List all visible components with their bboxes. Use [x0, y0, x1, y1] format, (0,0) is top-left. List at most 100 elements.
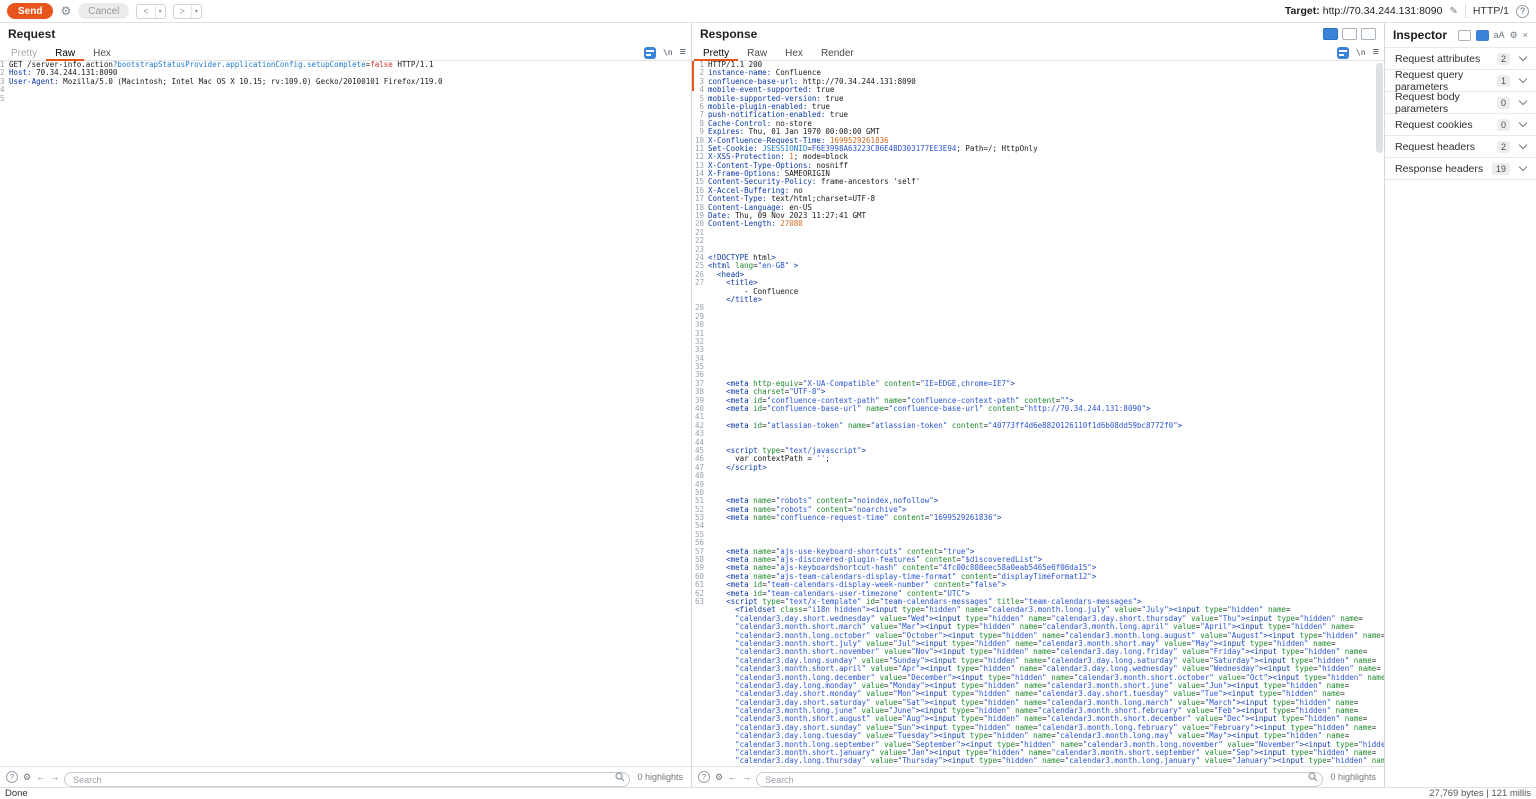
response-tabset: PrettyRawHexRender [694, 45, 863, 60]
nonprinting-chars-icon[interactable]: \n [663, 48, 673, 57]
response-search-input[interactable] [756, 772, 1323, 787]
search-next-icon[interactable]: → [742, 773, 751, 782]
status-text: Done [5, 788, 28, 799]
layout-split-vertical-icon[interactable] [1361, 28, 1376, 40]
request-settings-gear-icon[interactable]: ⚙ [60, 5, 71, 17]
target-label: Target: [1285, 5, 1320, 17]
code-line: 35 [692, 363, 1384, 371]
code-line: 54 [692, 522, 1384, 530]
nonprinting-chars-icon[interactable]: \n [1356, 48, 1366, 57]
tab-pretty[interactable]: Pretty [694, 45, 738, 61]
code-line: 42 <meta id="atlassian-token" name="atla… [692, 422, 1384, 430]
request-search-input[interactable] [64, 772, 630, 787]
tab-raw[interactable]: Raw [738, 45, 776, 61]
inspector-section-request-headers[interactable]: Request headers2 [1385, 136, 1536, 158]
search-settings-gear-icon[interactable]: ⚙ [23, 773, 31, 782]
code-line: 4 [0, 86, 691, 94]
count-badge: 0 [1497, 119, 1510, 131]
inspector-section-label: Request cookies [1395, 119, 1497, 131]
inspector-close-icon[interactable]: × [1523, 31, 1528, 40]
code-line: 32 [692, 338, 1384, 346]
layout-split-horizontal-icon[interactable] [1342, 28, 1357, 40]
count-badge: 19 [1492, 163, 1510, 175]
back-button[interactable]: < [137, 5, 154, 18]
response-editor[interactable]: 1HTTP/1.1 2002instance-name: Confluence3… [692, 61, 1384, 766]
code-line: 20Content-Length: 27080 [692, 220, 1384, 228]
chevron-down-icon [1519, 163, 1527, 171]
code-line: 28 [692, 304, 1384, 312]
inspector-section-request-body-parameters[interactable]: Request body parameters0 [1385, 92, 1536, 114]
request-editor[interactable]: 1GET /server-info.action?bootstrapStatus… [0, 61, 691, 766]
response-editor-icons: \n ≡ [1337, 45, 1382, 60]
help-icon[interactable]: ? [1516, 5, 1529, 18]
response-panel: Response PrettyRawHexRender \n ≡ 1HTTP/1… [692, 23, 1385, 787]
request-editor-icons: \n ≡ [644, 45, 689, 60]
code-line: 49 [692, 481, 1384, 489]
inspector-settings-gear-icon[interactable]: ⚙ [1510, 31, 1518, 40]
http-version-selector[interactable]: HTTP/1 [1473, 5, 1509, 17]
search-settings-gear-icon[interactable]: ⚙ [715, 773, 723, 782]
inspector-section-request-query-parameters[interactable]: Request query parameters1 [1385, 70, 1536, 92]
status-bar: Done 27,769 bytes | 121 millis [0, 787, 1536, 799]
inspector-header: Inspector aA ⚙ × [1385, 23, 1536, 47]
send-button[interactable]: Send [7, 3, 53, 19]
inspector-section-request-cookies[interactable]: Request cookies0 [1385, 114, 1536, 136]
response-stats: 27,769 bytes | 121 millis [1429, 788, 1531, 799]
chevron-down-icon [1519, 97, 1527, 105]
inspector-dock-icon[interactable] [1458, 30, 1471, 41]
inspector-dock-active-icon[interactable] [1476, 30, 1489, 41]
search-help-icon[interactable]: ? [6, 771, 18, 783]
tab-raw[interactable]: Raw [46, 45, 84, 61]
request-tabs-row: PrettyRawHex \n ≡ [0, 45, 691, 61]
code-line: 34 [692, 355, 1384, 363]
font-size-icon[interactable]: aA [1494, 31, 1505, 40]
code-line: 48 [692, 472, 1384, 480]
response-code: 1HTTP/1.1 2002instance-name: Confluence3… [692, 61, 1384, 766]
scroll-position-marker [692, 61, 694, 91]
back-dropdown-caret-icon[interactable]: ▾ [155, 5, 165, 18]
search-prev-icon[interactable]: ← [36, 773, 45, 782]
forward-dropdown-caret-icon[interactable]: ▾ [191, 5, 201, 18]
code-line: 23 [692, 246, 1384, 254]
code-line: 53 <meta name="confluence-request-time" … [692, 514, 1384, 522]
inspector-section-request-attributes[interactable]: Request attributes2 [1385, 48, 1536, 70]
inspector-section-label: Request headers [1395, 141, 1497, 153]
cancel-button[interactable]: Cancel [78, 3, 129, 19]
highlight-indicator-icon[interactable] [644, 47, 656, 59]
code-line: 55 [692, 531, 1384, 539]
editor-menu-icon[interactable]: ≡ [1373, 47, 1379, 58]
tab-render[interactable]: Render [812, 45, 863, 61]
response-search-bar: ? ⚙ ← → 0 highlights [692, 766, 1384, 787]
inspector-section-label: Request query parameters [1395, 69, 1497, 93]
history-forward-group: > ▾ [173, 4, 202, 19]
response-highlight-count: 0 highlights [1328, 772, 1378, 782]
editor-menu-icon[interactable]: ≡ [680, 47, 686, 58]
response-scrollbar-thumb[interactable] [1376, 63, 1383, 153]
tab-pretty[interactable]: Pretty [2, 45, 46, 61]
request-highlight-count: 0 highlights [635, 772, 685, 782]
target-url: http://70.34.244.131:8090 [1323, 5, 1443, 17]
inspector-section-response-headers[interactable]: Response headers19 [1385, 158, 1536, 180]
highlight-indicator-icon[interactable] [1337, 47, 1349, 59]
inspector-section-label: Response headers [1395, 163, 1492, 175]
tab-hex[interactable]: Hex [84, 45, 120, 61]
request-code: 1GET /server-info.action?bootstrapStatus… [0, 61, 691, 103]
search-next-icon[interactable]: → [50, 773, 59, 782]
target-display: Target:http://70.34.244.131:8090 [1285, 5, 1443, 17]
response-search-field-wrap [756, 770, 1323, 785]
code-line: 43 [692, 430, 1384, 438]
tab-hex[interactable]: Hex [776, 45, 812, 61]
code-line: 21 [692, 229, 1384, 237]
search-help-icon[interactable]: ? [698, 771, 710, 783]
code-line: </title> [692, 296, 1384, 304]
forward-button[interactable]: > [174, 5, 191, 18]
edit-target-pencil-icon[interactable]: ✎ [1449, 6, 1457, 17]
inspector-panel: Inspector aA ⚙ × Request attributes2Requ… [1385, 23, 1536, 787]
inspector-section-list: Request attributes2Request query paramet… [1385, 47, 1536, 180]
count-badge: 0 [1497, 97, 1510, 109]
search-prev-icon[interactable]: ← [728, 773, 737, 782]
response-tabs-row: PrettyRawHexRender \n ≡ [692, 45, 1384, 61]
request-search-bar: ? ⚙ ← → 0 highlights [0, 766, 691, 787]
layout-combined-icon[interactable] [1323, 28, 1338, 40]
inspector-title: Inspector [1393, 28, 1447, 42]
